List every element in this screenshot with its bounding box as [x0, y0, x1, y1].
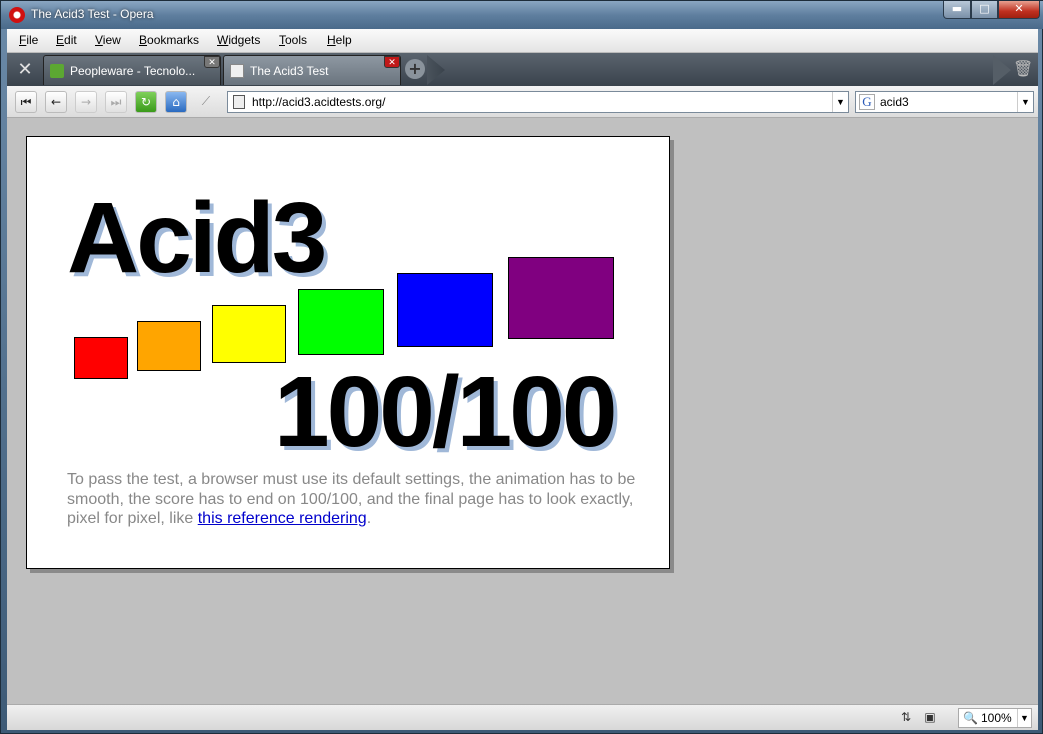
zoom-value: 100%: [981, 711, 1012, 725]
caption-after: .: [366, 510, 372, 527]
panel-tools-button[interactable]: ✕: [11, 57, 39, 83]
wand-button[interactable]: ⟋: [195, 91, 217, 113]
tab-label: The Acid3 Test: [250, 64, 329, 78]
reload-button[interactable]: ↻: [135, 91, 157, 113]
magnifier-icon: 🔍: [963, 711, 978, 725]
browser-window: The Acid3 Test - Opera ▬ □ ✕ File Edit V…: [0, 0, 1043, 734]
camera-icon[interactable]: ▣: [921, 710, 939, 726]
maximize-button[interactable]: □: [971, 1, 998, 19]
reference-rendering-link[interactable]: this reference rendering: [198, 510, 367, 527]
page-icon: [230, 64, 244, 78]
tab-acid3[interactable]: The Acid3 Test ✕: [223, 55, 401, 85]
fast-forward-button[interactable]: ⏭: [105, 91, 127, 113]
back-button[interactable]: ←: [45, 91, 67, 113]
box-blue: [397, 273, 493, 347]
page-icon: [233, 95, 245, 109]
tab-peopleware[interactable]: Peopleware - Tecnolo... ✕: [43, 55, 221, 85]
box-orange: [137, 321, 201, 371]
menu-bar: File Edit View Bookmarks Widgets Tools H…: [7, 29, 1038, 53]
box-lime: [298, 289, 384, 355]
zoom-control[interactable]: 🔍 100% ▼: [958, 708, 1032, 728]
menu-view[interactable]: View: [95, 33, 121, 47]
menu-bookmarks[interactable]: Bookmarks: [139, 33, 199, 47]
menu-help[interactable]: Help: [327, 33, 352, 47]
status-bar: ⇅ ▣ 🔍 100% ▼: [7, 704, 1038, 730]
menu-widgets[interactable]: Widgets: [217, 33, 260, 47]
trash-icon[interactable]: 🗑: [1013, 59, 1033, 79]
rewind-button[interactable]: ⏮: [15, 91, 37, 113]
tab-bar: ✕ Peopleware - Tecnolo... ✕ The Acid3 Te…: [7, 53, 1038, 86]
google-icon[interactable]: G: [859, 94, 875, 110]
search-query: acid3: [880, 95, 909, 109]
tab-close-button[interactable]: ✕: [384, 56, 400, 68]
home-button[interactable]: ⌂: [165, 91, 187, 113]
tab-close-button[interactable]: ✕: [204, 56, 220, 68]
search-field[interactable]: G acid3 ▼: [855, 91, 1034, 113]
menu-edit[interactable]: Edit: [56, 33, 77, 47]
box-purple: [508, 257, 614, 339]
new-tab-button[interactable]: +: [405, 59, 425, 79]
title-bar: The Acid3 Test - Opera ▬ □ ✕: [1, 1, 1043, 29]
acid3-panel: Acid3 100/100 To pass the test, a browse…: [26, 136, 670, 569]
network-icon[interactable]: ⇅: [897, 710, 915, 726]
address-url: http://acid3.acidtests.org/: [252, 95, 386, 109]
minimize-button[interactable]: ▬: [943, 1, 971, 19]
box-red: [74, 337, 128, 379]
menu-file[interactable]: File: [19, 33, 38, 47]
tab-arrow-decoration: [427, 55, 445, 85]
menu-tools[interactable]: Tools: [279, 33, 307, 47]
trash-arrow-decoration: [993, 55, 1011, 85]
zoom-dropdown-icon[interactable]: ▼: [1017, 709, 1031, 727]
address-field[interactable]: http://acid3.acidtests.org/ ▼: [227, 91, 849, 113]
window-title: The Acid3 Test - Opera: [31, 7, 154, 21]
forward-button[interactable]: →: [75, 91, 97, 113]
tab-label: Peopleware - Tecnolo...: [70, 64, 196, 78]
opera-logo-icon: [9, 7, 25, 23]
close-window-button[interactable]: ✕: [998, 1, 1040, 19]
score-text: 100/100: [274, 356, 617, 468]
search-dropdown-icon[interactable]: ▼: [1017, 92, 1033, 112]
page-viewport: Acid3 100/100 To pass the test, a browse…: [7, 118, 1038, 704]
address-dropdown-icon[interactable]: ▼: [832, 92, 848, 112]
caption-text: To pass the test, a browser must use its…: [67, 470, 647, 529]
navigation-toolbar: ⏮ ← → ⏭ ↻ ⌂ ⟋ http://acid3.acidtests.org…: [7, 86, 1038, 118]
acid3-heading: Acid3: [67, 182, 327, 294]
green-leaf-icon: [50, 64, 64, 78]
